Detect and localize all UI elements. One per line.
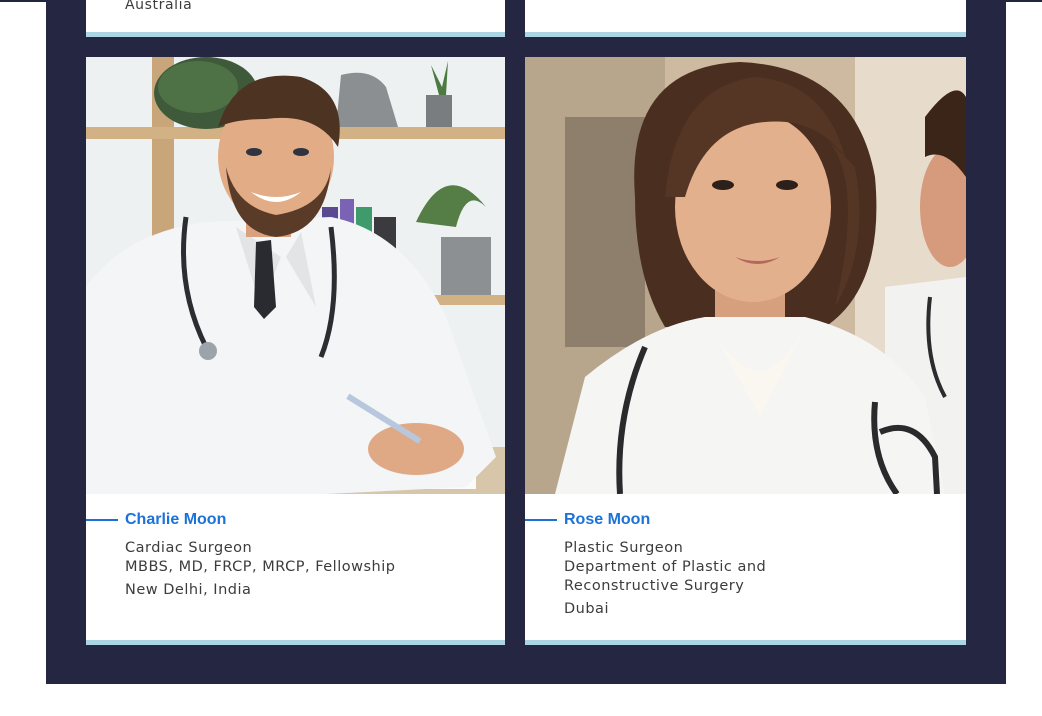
- doctor-info: Plastic Surgeon Department of Plastic an…: [564, 539, 766, 623]
- doctor-photo-female[interactable]: [525, 57, 966, 494]
- name-dash-decoration: [86, 519, 118, 521]
- doctor-card-charlie-moon[interactable]: Charlie Moon Cardiac Surgeon MBBS, MD, F…: [86, 57, 505, 645]
- card-accent-bar: [525, 640, 966, 645]
- doctor-qualifications: MBBS, MD, FRCP, MRCP, Fellowship: [125, 559, 396, 575]
- doctor-card-rose-moon[interactable]: Rose Moon Plastic Surgeon Department of …: [525, 57, 966, 645]
- name-dash-decoration: [525, 519, 557, 521]
- doctor-card-previous-left[interactable]: Australia: [86, 0, 505, 37]
- doctor-department-line-1: Department of Plastic and: [564, 559, 767, 575]
- doctor-location: New Delhi, India: [125, 582, 252, 598]
- doctor-photo-male[interactable]: [86, 57, 505, 494]
- card-accent-bar: [86, 32, 505, 37]
- card-accent-bar: [86, 640, 505, 645]
- doctor-photo-male-image: [86, 57, 505, 494]
- doctor-name-row: Rose Moon: [525, 509, 650, 531]
- doctor-department-line-2: Reconstructive Surgery: [564, 578, 745, 594]
- doctor-info: Cardiac Surgeon MBBS, MD, FRCP, MRCP, Fe…: [125, 539, 395, 604]
- doctor-specialty: Cardiac Surgeon: [125, 540, 253, 556]
- doctor-name[interactable]: Charlie Moon: [125, 511, 226, 529]
- doctor-name-row: Charlie Moon: [86, 509, 226, 531]
- doctor-card-previous-right[interactable]: [525, 0, 966, 37]
- doctor-photo-female-image: [525, 57, 966, 494]
- doctor-location: Australia: [125, 0, 193, 13]
- doctor-name[interactable]: Rose Moon: [564, 511, 650, 529]
- doctors-grid: Australia Charlie Moon Cardiac Surgeon M…: [46, 0, 1006, 684]
- card-accent-bar: [525, 32, 966, 37]
- doctor-specialty: Plastic Surgeon: [564, 540, 684, 556]
- doctor-location: Dubai: [564, 601, 609, 617]
